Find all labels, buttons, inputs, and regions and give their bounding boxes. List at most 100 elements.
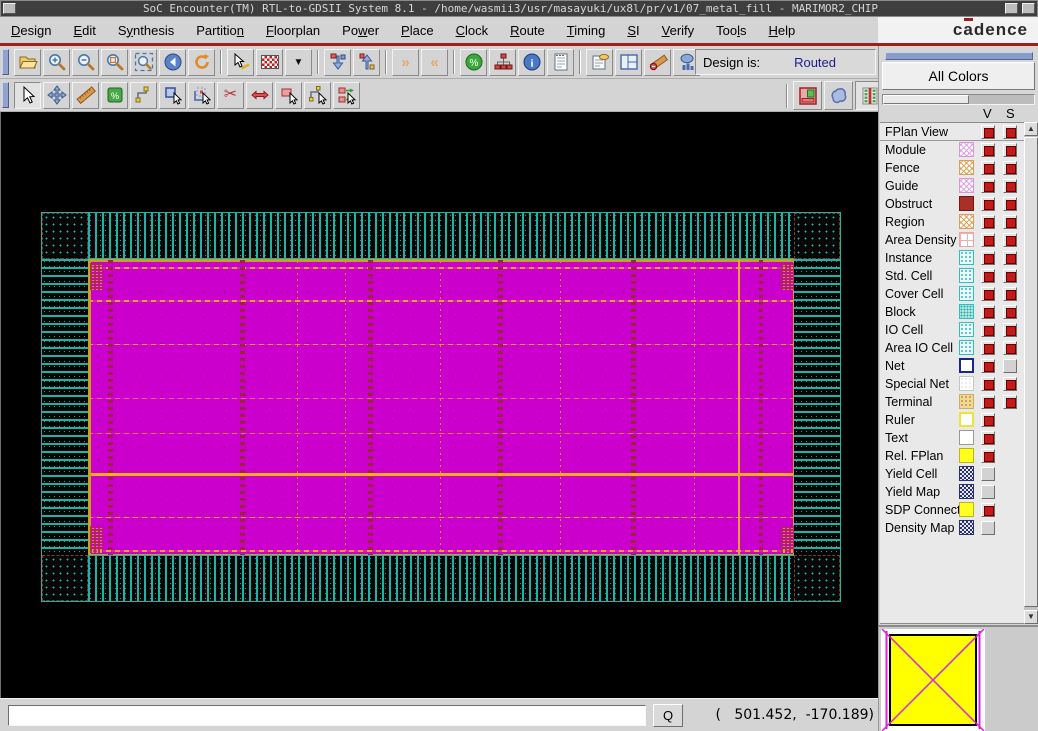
visible-checkbox[interactable] [981,395,995,409]
menu-edit[interactable]: Edit [62,19,106,42]
layer-color-swatch[interactable] [959,142,974,157]
window-menu-button[interactable] [3,3,16,14]
world-view-minimap[interactable] [878,625,1038,731]
layer-color-swatch[interactable] [959,178,974,193]
minimap-viewport[interactable] [881,629,985,731]
layer-row-terminal[interactable]: Terminal [880,393,1024,411]
toolbar-grip-handle[interactable] [2,49,9,75]
menu-route[interactable]: Route [499,19,556,42]
layer-color-swatch[interactable] [959,484,974,499]
zoom-in-button[interactable] [43,49,70,76]
menu-partition[interactable]: Partition [185,19,255,42]
layout-canvas[interactable] [0,112,878,698]
menu-timing[interactable]: Timing [556,19,617,42]
selectable-checkbox[interactable] [1003,161,1017,175]
summary-report-button[interactable] [586,49,613,76]
layer-color-swatch[interactable] [959,196,974,211]
layer-row-obstruct[interactable]: Obstruct [880,195,1024,213]
layer-color-swatch[interactable] [959,502,974,517]
menu-help[interactable]: Help [758,19,807,42]
menu-clock[interactable]: Clock [445,19,500,42]
core-metal-fill[interactable] [88,259,796,557]
layer-color-swatch[interactable] [959,430,974,445]
selectable-checkbox[interactable] [1003,323,1017,337]
zoom-fit-button[interactable] [130,49,157,76]
edit-select-button[interactable] [227,49,254,76]
visible-checkbox[interactable] [981,143,995,157]
layer-color-swatch[interactable] [959,466,974,481]
maximize-button[interactable] [1022,3,1035,14]
selectable-checkbox[interactable] [1003,359,1017,373]
layer-color-swatch[interactable] [959,304,974,319]
fill-pattern-button[interactable] [256,49,283,76]
visible-checkbox[interactable] [981,485,995,499]
scrollbar-thumb[interactable] [1024,137,1038,607]
layer-row-fplan-view[interactable]: FPlan View [880,123,1024,141]
layer-row-yield-cell[interactable]: Yield Cell [880,465,1024,483]
visible-checkbox[interactable] [981,467,995,481]
undo-button[interactable]: « [421,49,448,76]
layer-row-io-cell[interactable]: IO Cell [880,321,1024,339]
selectable-checkbox[interactable] [1003,179,1017,193]
layer-color-swatch[interactable] [959,340,974,355]
panel-drag-handle[interactable] [885,52,1033,60]
layer-row-special-net[interactable]: Special Net [880,375,1024,393]
selectable-checkbox[interactable] [1003,251,1017,265]
info-button[interactable]: i [518,49,545,76]
layer-color-swatch[interactable] [959,250,974,265]
layer-row-rel-fplan[interactable]: Rel. FPlan [880,447,1024,465]
layer-color-swatch[interactable] [959,214,974,229]
layer-color-swatch[interactable] [959,376,974,391]
move-object-button[interactable] [275,82,302,109]
redraw-button[interactable] [188,49,215,76]
edit-wire-button[interactable] [304,82,331,109]
q-button[interactable]: Q [653,704,683,727]
visible-checkbox[interactable] [981,287,995,301]
visible-checkbox[interactable] [981,359,995,373]
selectable-checkbox[interactable] [1003,125,1017,139]
scrollbar-thumb[interactable] [883,95,969,104]
visible-checkbox[interactable] [981,431,995,445]
layer-color-swatch[interactable] [959,322,974,337]
selectable-checkbox[interactable] [1003,143,1017,157]
visible-checkbox[interactable] [981,125,995,139]
menu-verify[interactable]: Verify [651,19,706,42]
toolbar-grip-handle[interactable] [2,82,9,108]
cut-wire-button[interactable]: ✂ [217,82,244,109]
pan-button[interactable] [43,82,70,109]
visible-checkbox[interactable] [981,233,995,247]
layer-row-region[interactable]: Region [880,213,1024,231]
ruler-button[interactable] [72,82,99,109]
layer-row-module[interactable]: Module [880,141,1024,159]
menu-synthesis[interactable]: Synthesis [107,19,185,42]
layer-color-swatch[interactable] [959,412,974,427]
layer-row-area-density[interactable]: Area Density [880,231,1024,249]
layer-color-swatch[interactable] [959,394,974,409]
selectable-checkbox[interactable] [1003,269,1017,283]
area-select-button[interactable] [188,82,215,109]
workspace-button[interactable] [615,49,642,76]
chip-die[interactable] [41,212,841,602]
layer-row-text[interactable]: Text [880,429,1024,447]
layer-row-cover-cell[interactable]: Cover Cell [880,285,1024,303]
redo-button[interactable]: » [392,49,419,76]
measure-button[interactable] [644,49,671,76]
selectable-checkbox[interactable] [1003,377,1017,391]
zoom-selected-button[interactable] [101,49,128,76]
selectable-checkbox[interactable] [1003,341,1017,355]
design-browser-button[interactable] [489,49,516,76]
visible-checkbox[interactable] [981,377,995,391]
layer-color-swatch[interactable] [959,448,974,463]
create-wire-button[interactable] [130,82,157,109]
visible-checkbox[interactable] [981,521,995,535]
visible-checkbox[interactable] [981,503,995,517]
visible-checkbox[interactable] [981,215,995,229]
palette-vertical-scrollbar[interactable]: ▲ ▼ [1024,122,1038,624]
layer-color-swatch[interactable] [959,232,974,247]
density-box-button[interactable]: % [101,82,128,109]
layer-row-density-map[interactable]: Density Map [880,519,1024,537]
visible-checkbox[interactable] [981,197,995,211]
layer-row-std-cell[interactable]: Std. Cell [880,267,1024,285]
visible-checkbox[interactable] [981,323,995,337]
selectable-checkbox[interactable] [1003,233,1017,247]
